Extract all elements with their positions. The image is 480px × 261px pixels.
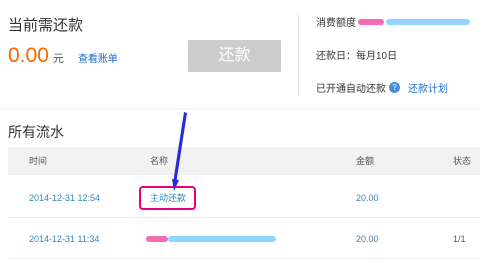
arrow-shaft (173, 112, 187, 184)
arrow-annotation (172, 112, 187, 191)
arrow-head-icon (172, 179, 179, 191)
